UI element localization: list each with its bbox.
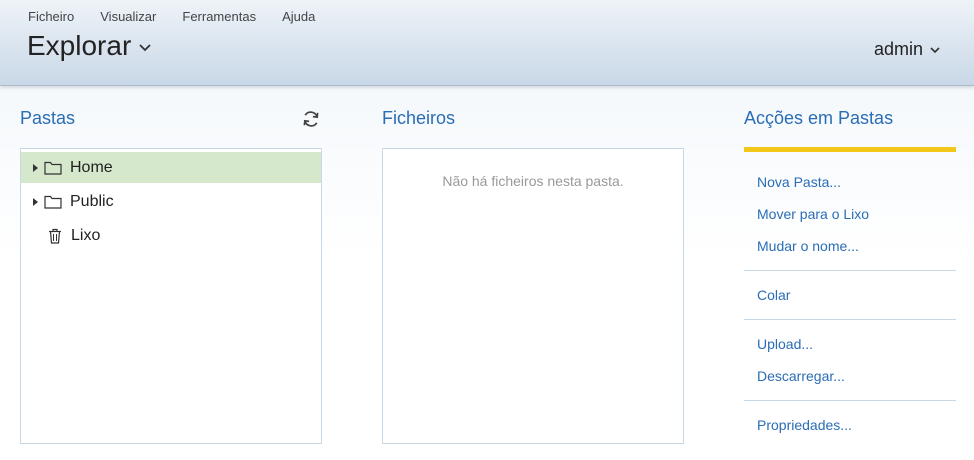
folder-icon [44, 161, 62, 175]
app-switcher[interactable]: Explorar [27, 30, 151, 62]
app-title: Explorar [27, 30, 132, 61]
chevron-down-icon [930, 47, 940, 54]
menu-ajuda[interactable]: Ajuda [282, 9, 315, 24]
tree-item-home[interactable]: Home [21, 152, 321, 183]
divider [744, 270, 956, 271]
new-folder-link[interactable]: Nova Pasta... [757, 174, 841, 190]
menu-bar: Ficheiro Visualizar Ferramentas Ajuda [28, 9, 341, 24]
tree-item-label: Lixo [71, 226, 101, 244]
folder-icon [44, 195, 62, 209]
chevron-down-icon [139, 44, 151, 52]
menu-ferramentas[interactable]: Ferramentas [182, 9, 256, 24]
divider [744, 319, 956, 320]
folders-title: Pastas [20, 108, 76, 128]
folder-tree: Home Public Lixo [20, 148, 322, 444]
divider [744, 400, 956, 401]
download-link[interactable]: Descarregar... [757, 368, 845, 384]
tree-item-public[interactable]: Public [21, 186, 321, 217]
upload-link[interactable]: Upload... [757, 336, 813, 352]
tree-item-label: Public [70, 192, 114, 210]
file-list: Não há ficheiros nesta pasta. [382, 148, 684, 444]
move-to-trash-link[interactable]: Mover para o Lixo [757, 206, 869, 222]
menu-visualizar[interactable]: Visualizar [100, 9, 156, 24]
actions-title: Acções em Pastas [744, 108, 894, 128]
tree-item-lixo[interactable]: Lixo [21, 220, 321, 251]
rename-link[interactable]: Mudar o nome... [757, 238, 859, 254]
app-header: Ficheiro Visualizar Ferramentas Ajuda Ex… [0, 0, 974, 86]
menu-ficheiro[interactable]: Ficheiro [28, 9, 74, 24]
paste-link[interactable]: Colar [757, 287, 790, 303]
user-menu[interactable]: admin [874, 39, 940, 60]
tree-item-label: Home [70, 158, 113, 176]
files-title: Ficheiros [382, 108, 456, 128]
refresh-icon[interactable] [301, 109, 321, 129]
expand-arrow-icon[interactable] [33, 197, 38, 206]
properties-link[interactable]: Propriedades... [757, 417, 852, 433]
empty-message: Não há ficheiros nesta pasta. [442, 173, 624, 189]
trash-icon [49, 228, 61, 244]
expand-arrow-icon[interactable] [33, 163, 38, 172]
user-name: admin [873, 39, 923, 59]
actions-accent-bar [744, 147, 956, 152]
